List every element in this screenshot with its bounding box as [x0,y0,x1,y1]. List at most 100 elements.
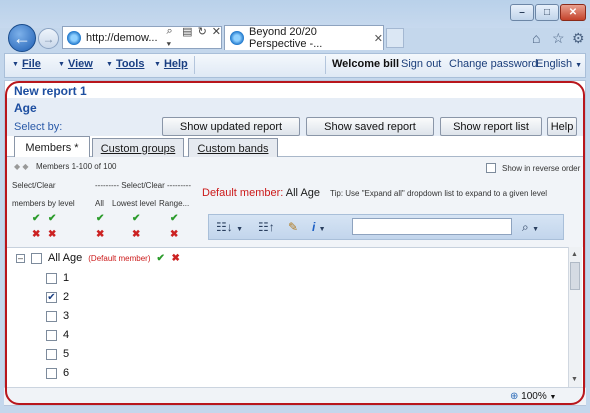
tip-text: Tip: Use "Expand all" dropdown list to e… [330,189,548,198]
tree-root-row[interactable]: – All Age (Default member) ✔ ✖ [16,252,181,264]
select-clear-header: --------- Select/Clear --------- [95,181,191,190]
tag-icon[interactable]: ✎ [288,220,298,234]
caret-down-icon: ▼ [58,60,65,68]
row-checkbox[interactable] [46,329,57,341]
root-checkbox[interactable] [31,252,42,264]
tree-row[interactable]: 5 [46,348,69,360]
show-report-list-button[interactable]: Show report list [440,117,542,136]
change-password-link[interactable]: Change password [449,58,538,70]
members-range: Members 1-100 of 100 [36,162,117,171]
row-checkbox[interactable] [46,367,57,379]
star-icon[interactable]: ☆ [552,30,565,47]
menu-file[interactable]: ▼ File [12,58,41,70]
stop-icon[interactable]: ✕ [212,25,221,51]
col-range-label: Range... [159,199,190,208]
chevron-down-icon: ▼ [549,394,557,401]
refresh-icon[interactable]: ↻ [198,25,207,51]
select-children-icon[interactable]: ✔ [157,253,166,263]
clear-level-1-icon[interactable]: ✖ [32,230,41,240]
member-search-input[interactable] [352,218,512,235]
select-level-1-icon[interactable]: ✔ [32,214,41,224]
members-by-level-label: members by level [12,199,75,208]
row-checkbox-checked[interactable]: ✔ [46,291,57,303]
scroll-down-icon[interactable]: ▼ [571,376,578,383]
select-all-icon[interactable]: ✔ [96,214,105,224]
menu-help[interactable]: ▼ Help [154,58,188,70]
collapse-all-icon[interactable]: ☷↑ [258,220,275,234]
ie-favicon-icon [67,30,81,45]
clear-lowest-icon[interactable]: ✖ [132,230,141,240]
scrollbar-thumb[interactable] [570,262,580,290]
find-icon[interactable]: ⌕ ▼ [522,220,539,235]
caret-down-icon: ▼ [106,60,113,68]
clear-range-icon[interactable]: ✖ [170,230,179,240]
reverse-order-label: Show in reverse order [502,164,581,173]
paging-arrows-icon[interactable]: ◆ ◆ [14,162,29,171]
menu-divider [325,56,326,74]
address-bar[interactable]: http://demow... ⌕ ▾ ▤ ↻ ✕ [62,25,222,51]
row-label: 5 [63,348,70,360]
row-checkbox[interactable] [46,272,57,284]
language-select[interactable]: English ▼ [536,58,582,70]
show-updated-report-button[interactable]: Show updated report [162,117,300,136]
tab-favicon-icon [230,31,244,45]
select-level-2-icon[interactable]: ✔ [48,214,57,224]
report-title: New report 1 [14,84,87,98]
zoom-control[interactable]: ⊕ 100% ▼ [510,391,556,402]
chevron-down-icon: ▼ [575,62,583,69]
show-saved-report-button[interactable]: Show saved report [306,117,434,136]
row-label: 2 [63,291,70,303]
clear-children-icon[interactable]: ✖ [172,253,181,263]
tab-custom-groups[interactable]: Custom groups [92,138,184,158]
menu-tools-label: Tools [115,58,145,70]
sign-out-link[interactable]: Sign out [401,58,441,70]
menu-view[interactable]: ▼ View [58,58,93,70]
select-clear-level-label: Select/Clear [12,181,56,190]
reverse-order-checkbox[interactable] [486,163,496,173]
gear-icon[interactable]: ⚙ [572,30,585,47]
expand-all-icon[interactable]: ☷↓ ▼ [216,220,243,234]
compat-view-icon[interactable]: ▤ [182,25,192,51]
select-lowest-icon[interactable]: ✔ [132,214,141,224]
address-text: http://demow... [86,31,158,44]
row-checkbox[interactable] [46,348,57,360]
row-checkbox[interactable] [46,310,57,322]
tree-row[interactable]: ✔ 2 [46,291,69,303]
search-icon[interactable]: ⌕ ▾ [167,25,178,51]
tree-row[interactable]: 4 [46,329,69,341]
tab-close-icon[interactable]: ✕ [374,32,383,45]
home-icon[interactable]: ⌂ [532,30,540,46]
browser-tab[interactable]: Beyond 20/20 Perspective -... ✕ [224,25,384,50]
clear-all-icon[interactable]: ✖ [96,230,105,240]
back-button[interactable]: ← [8,24,36,52]
tab-custom-bands[interactable]: Custom bands [188,138,278,158]
window-titlebar [0,0,590,28]
tree-row[interactable]: 1 [46,272,69,284]
help-button[interactable]: Help [547,117,577,136]
clear-level-2-icon[interactable]: ✖ [48,230,57,240]
default-member-label: Default member: [202,187,284,199]
tab-members[interactable]: Members * [14,136,90,158]
scroll-up-icon[interactable]: ▲ [571,251,578,258]
maximize-button[interactable]: □ [535,4,559,21]
dimension-title: Age [14,101,37,115]
row-label: 4 [63,329,70,341]
zoom-icon: ⊕ [510,391,519,402]
default-member-value: All Age [285,187,321,199]
menu-help-label: Help [163,58,188,70]
minimize-button[interactable]: – [510,4,534,21]
tree-row[interactable]: 6 [46,367,69,379]
select-range-icon[interactable]: ✔ [170,214,179,224]
caret-down-icon: ▼ [12,60,19,68]
address-tools: ⌕ ▾ ▤ ↻ ✕ [167,25,221,51]
tree-row[interactable]: 3 [46,310,69,322]
language-label: English [536,58,573,70]
menu-file-label: File [21,58,41,70]
close-window-button[interactable]: ✕ [560,4,586,21]
menu-tools[interactable]: ▼ Tools [106,58,144,70]
forward-button[interactable]: → [38,28,59,49]
info-icon[interactable]: i ▼ [312,220,326,234]
default-member: Default member: All Age [202,187,320,199]
collapse-node-icon[interactable]: – [16,253,25,263]
new-tab-button[interactable] [386,28,404,48]
